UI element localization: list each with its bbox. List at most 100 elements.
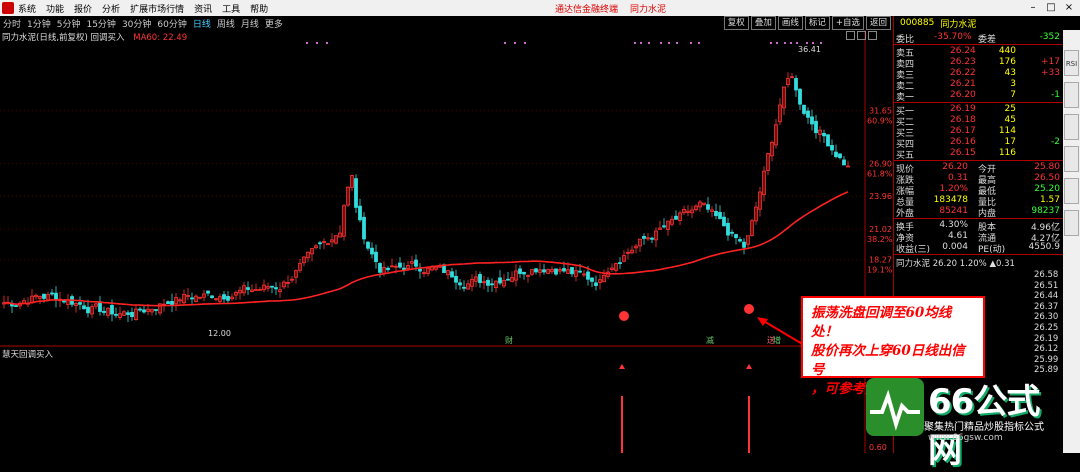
period-tab[interactable]: 日线 xyxy=(193,17,211,30)
quote-row: 买二 26.18 45 xyxy=(894,115,1064,128)
period-tab[interactable]: 30分钟 xyxy=(122,17,151,30)
candle-body xyxy=(798,88,802,105)
menu-item[interactable]: 报价 xyxy=(74,2,92,15)
quote-row: 买五 26.15 116 xyxy=(894,148,1064,161)
quote-row: 换手 4.30% 股本 4.96亿 xyxy=(894,220,1064,233)
event-dot xyxy=(660,42,662,44)
close-icon[interactable]: × xyxy=(1062,1,1076,14)
side-tab[interactable] xyxy=(1064,210,1079,236)
chart-option-icon[interactable] xyxy=(846,31,855,40)
candle-body xyxy=(458,282,462,286)
candle-body xyxy=(386,267,390,271)
menu-item[interactable]: 扩展市场行情 xyxy=(130,2,184,15)
candle-body xyxy=(142,309,146,313)
candle-body xyxy=(554,268,558,275)
chart-option-icon[interactable] xyxy=(857,31,866,40)
bid-volume: 45 xyxy=(1004,115,1016,125)
candle-body xyxy=(42,293,46,299)
high-price-label: 36.41 xyxy=(798,45,821,54)
tick-price: 26.12 xyxy=(1034,344,1059,355)
menu-item[interactable]: 分析 xyxy=(102,2,120,15)
chart-tool-button[interactable]: 叠加 xyxy=(750,16,776,30)
menu-item[interactable]: 工具 xyxy=(222,2,240,15)
minimize-icon[interactable]: – xyxy=(1026,1,1040,14)
candle-body xyxy=(738,239,742,242)
maximize-icon[interactable]: □ xyxy=(1044,1,1058,14)
divider xyxy=(894,218,1064,219)
menu-item[interactable]: 资讯 xyxy=(194,2,212,15)
ma60-label: MA60: 22.49 xyxy=(133,33,188,43)
chart-tool-button[interactable]: 标记 xyxy=(804,16,830,30)
menu-item[interactable]: 功能 xyxy=(46,2,64,15)
menu-item[interactable]: 帮助 xyxy=(250,2,268,15)
bid-change: -2 xyxy=(1051,137,1060,147)
candle-body xyxy=(374,251,378,263)
period-tab[interactable]: 更多 xyxy=(265,17,283,30)
event-dot xyxy=(784,42,786,44)
candle-body xyxy=(82,305,86,310)
candle-body xyxy=(206,290,210,294)
event-dot xyxy=(524,42,526,44)
pct-tick-label: 38.2% xyxy=(867,235,893,244)
chart-tool-button[interactable]: +自选 xyxy=(831,16,864,30)
candle-body xyxy=(734,234,738,239)
annotation-box: 振荡洗盘回调至60均线处！ 股价再次上穿60日线出信号 ，可参考买入！ xyxy=(801,296,985,397)
bid-volume: 114 xyxy=(998,126,1016,136)
period-tab[interactable]: 5分钟 xyxy=(57,17,81,30)
period-tab[interactable]: 分时 xyxy=(3,17,21,30)
ask-price: 26.23 xyxy=(950,57,976,67)
candle-body xyxy=(726,222,730,236)
candle-body xyxy=(462,286,466,289)
side-tab[interactable] xyxy=(1064,146,1079,172)
pct-tick-label: 60.9% xyxy=(867,117,893,126)
menu-item[interactable]: 系统 xyxy=(18,2,36,15)
ask-volume: 3 xyxy=(1010,79,1016,89)
candle-body xyxy=(166,301,170,305)
period-tab[interactable]: 周线 xyxy=(217,17,235,30)
event-dot xyxy=(770,42,772,44)
candle-body xyxy=(54,292,58,301)
side-tab[interactable] xyxy=(1064,82,1079,108)
watermark-url: www.66gsw.com xyxy=(928,433,1003,443)
chart-tool-button[interactable]: 返回 xyxy=(865,16,891,30)
kline-chart[interactable]: 31.65 26.90 23.96 21.02 18.27 60.9% 61.8% 38.2%… xyxy=(0,30,893,453)
period-tab[interactable]: 60分钟 xyxy=(157,17,186,30)
price-tick-label: 18.27 xyxy=(869,256,892,265)
period-tab[interactable]: 15分钟 xyxy=(86,17,115,30)
candle-body xyxy=(50,292,54,295)
candle-body xyxy=(398,262,402,268)
candle-body xyxy=(534,268,538,273)
side-tab[interactable]: RSI xyxy=(1064,50,1079,76)
ask-price: 26.20 xyxy=(950,90,976,100)
period-tab[interactable]: 月线 xyxy=(241,17,259,30)
price-tick-label: 31.65 xyxy=(869,107,892,116)
indicator-title: 慧天回调买入 xyxy=(2,350,54,360)
signal-arrow-icon xyxy=(619,364,625,369)
candle-body xyxy=(454,275,458,283)
stat-value: 85241 xyxy=(939,206,968,216)
candle-body xyxy=(814,120,818,134)
chart-tool-button[interactable]: 复权 xyxy=(723,16,749,30)
chart-tool-button[interactable]: 画线 xyxy=(777,16,803,30)
candle-body xyxy=(110,305,114,315)
quote-row: 收益(三) 0.004 PE(动) 4550.9 xyxy=(894,242,1064,255)
candle-body xyxy=(578,270,582,273)
side-tab[interactable] xyxy=(1064,178,1079,204)
ask-price: 26.21 xyxy=(950,79,976,89)
quote-row: 卖二 26.21 3 xyxy=(894,79,1064,92)
chart-option-icon[interactable] xyxy=(868,31,877,40)
event-dot xyxy=(640,42,642,44)
period-tab[interactable]: 1分钟 xyxy=(27,17,51,30)
quote-row: 委比 -35.70% 委差 -352 xyxy=(894,32,1064,45)
candle-body xyxy=(378,263,382,273)
candle-body xyxy=(114,313,118,316)
tick-price: 26.58 xyxy=(1034,270,1059,280)
event-dot xyxy=(316,42,318,44)
candle-body xyxy=(14,305,18,307)
weibi-value: -35.70% xyxy=(934,32,972,42)
ask-change: +33 xyxy=(1041,68,1060,78)
stock-code: 000885 xyxy=(900,18,935,28)
quote-row: 净资 4.61 流通 4.27亿 xyxy=(894,231,1064,244)
candle-body xyxy=(486,279,490,286)
side-tab[interactable] xyxy=(1064,114,1079,140)
